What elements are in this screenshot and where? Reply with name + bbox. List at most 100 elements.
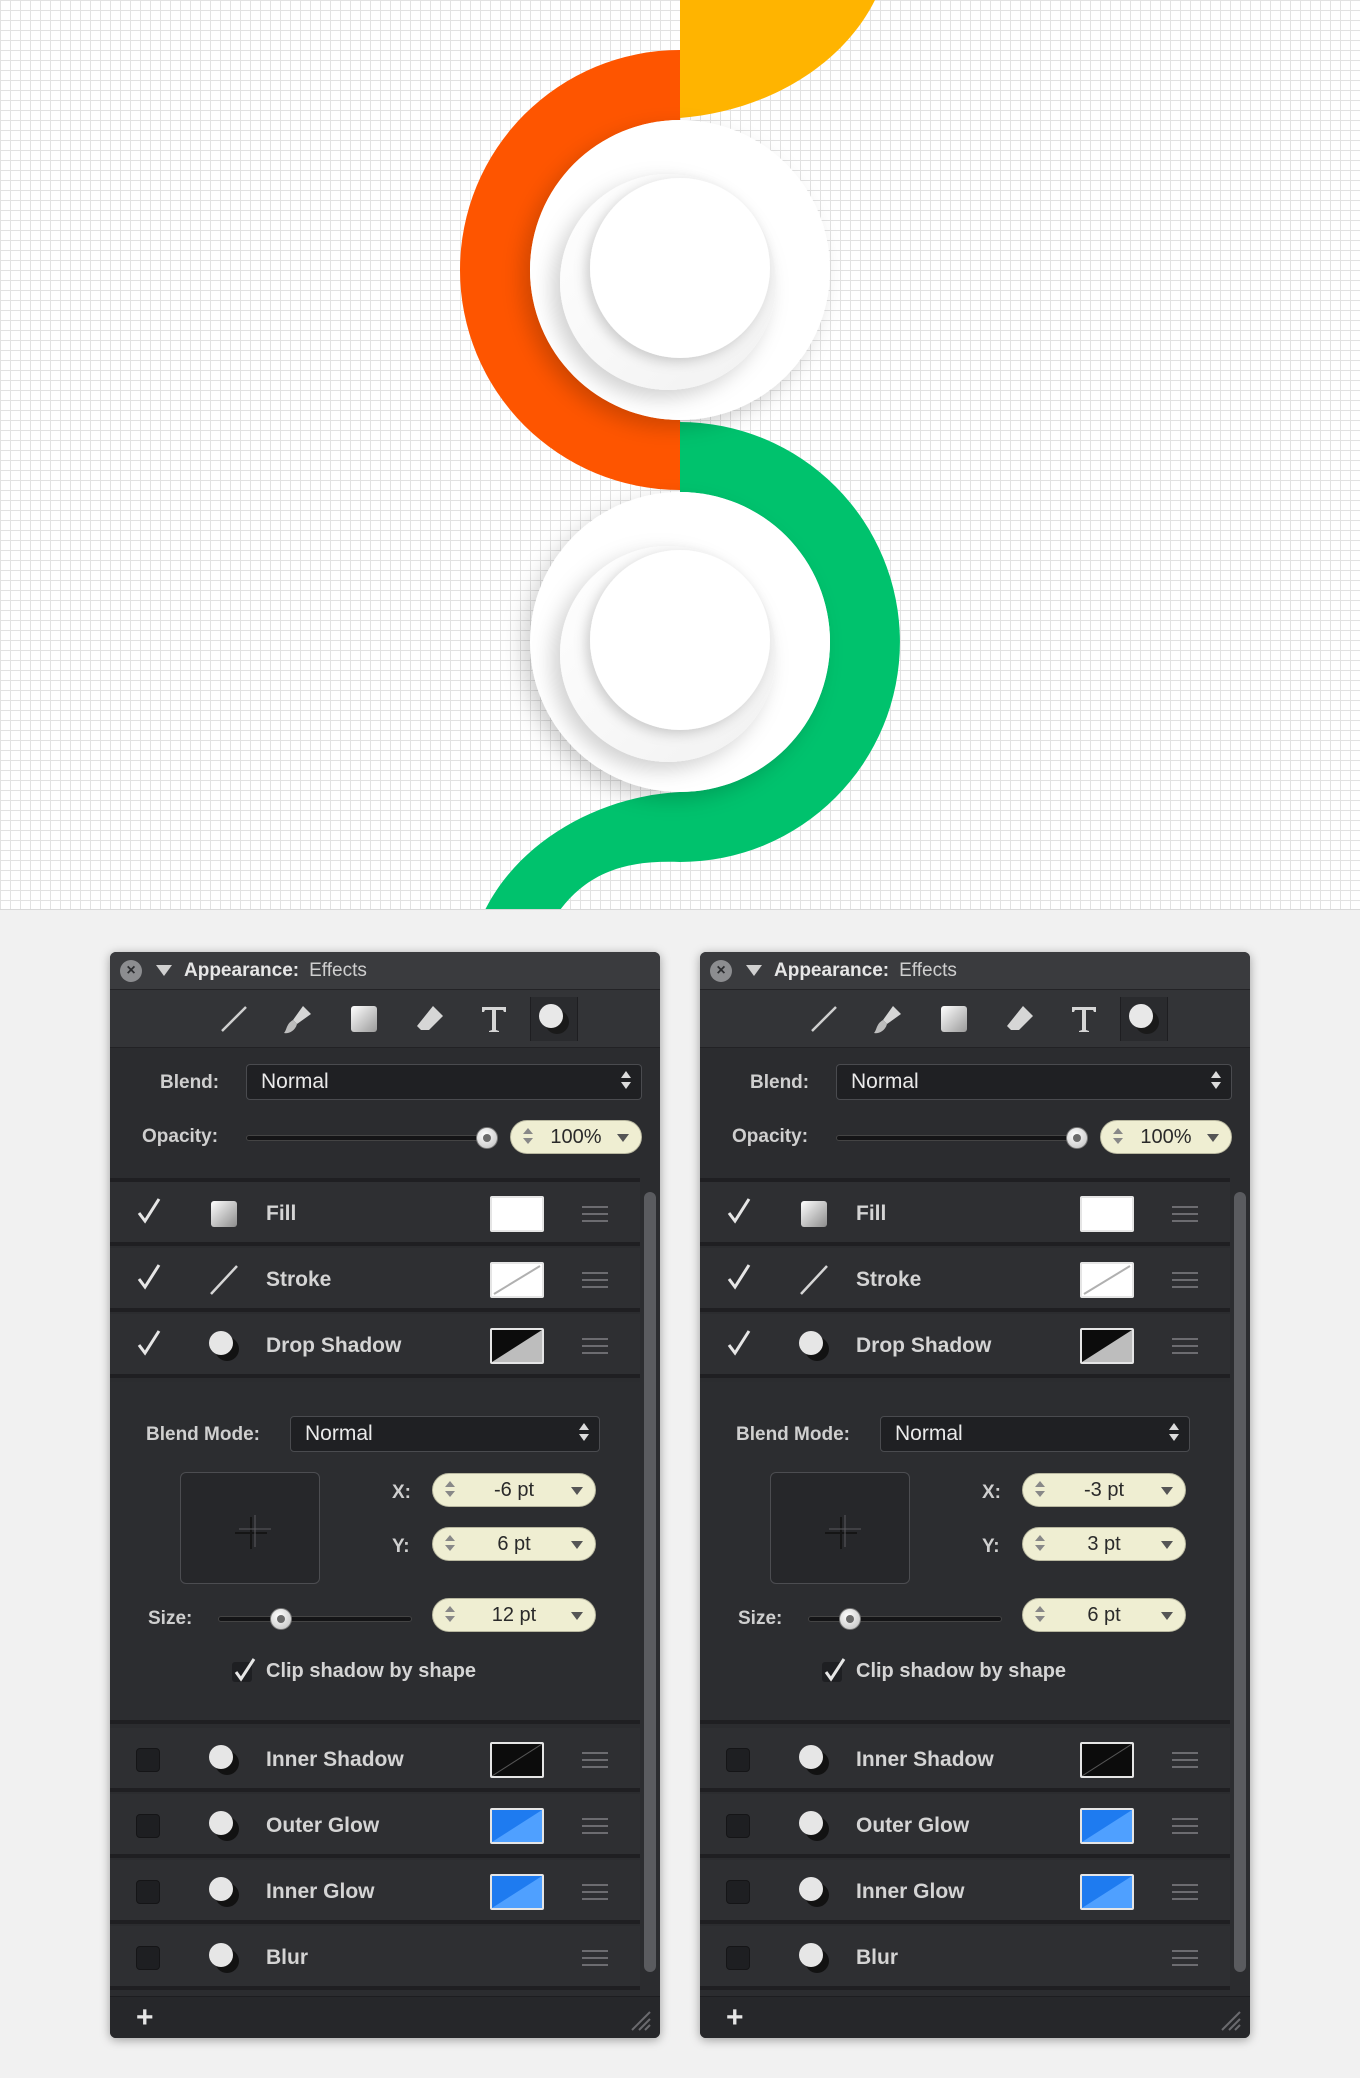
chevron-down-icon[interactable] xyxy=(571,1612,583,1620)
eraser-icon[interactable] xyxy=(996,997,1044,1041)
chevron-down-icon[interactable] xyxy=(617,1134,629,1142)
scrollbar-thumb[interactable] xyxy=(1234,1192,1246,1972)
color-swatch[interactable] xyxy=(1080,1808,1134,1844)
scrollbar-thumb[interactable] xyxy=(644,1192,656,1972)
color-swatch[interactable] xyxy=(490,1262,544,1298)
chevron-down-icon[interactable] xyxy=(1161,1541,1173,1549)
add-effect-button[interactable]: + xyxy=(136,2001,154,2035)
effect-row-inner-shadow[interactable]: Inner Shadow xyxy=(110,1728,640,1792)
line-tool-icon[interactable] xyxy=(800,997,848,1041)
rect-fill-icon[interactable] xyxy=(340,997,388,1041)
opacity-stepper[interactable]: 100% xyxy=(1100,1120,1232,1154)
effect-row-inner-glow[interactable]: Inner Glow xyxy=(110,1860,640,1924)
color-swatch[interactable] xyxy=(490,1808,544,1844)
opacity-slider-knob[interactable] xyxy=(476,1127,498,1149)
size-slider-track[interactable] xyxy=(808,1616,1002,1622)
stepper-arrows-icon[interactable] xyxy=(445,1606,455,1622)
close-icon[interactable]: × xyxy=(120,959,142,982)
chevron-down-icon[interactable] xyxy=(1161,1487,1173,1495)
drag-handle-icon[interactable] xyxy=(1172,1206,1198,1227)
color-swatch[interactable] xyxy=(490,1328,544,1364)
shadow-blend-select[interactable]: Normal xyxy=(880,1416,1190,1452)
drag-handle-icon[interactable] xyxy=(582,1950,608,1971)
drag-handle-icon[interactable] xyxy=(582,1884,608,1905)
effect-checkbox[interactable] xyxy=(136,1748,160,1772)
effect-row-outer-glow[interactable]: Outer Glow xyxy=(700,1794,1230,1858)
resize-grip-icon[interactable] xyxy=(628,2008,652,2032)
drag-handle-icon[interactable] xyxy=(1172,1884,1198,1905)
disclosure-triangle-icon[interactable] xyxy=(156,965,172,976)
rect-fill-icon[interactable] xyxy=(930,997,978,1041)
chevron-down-icon[interactable] xyxy=(1161,1612,1173,1620)
opacity-slider-track[interactable] xyxy=(246,1135,486,1141)
effect-row-fill[interactable]: Fill xyxy=(700,1182,1230,1246)
effect-row-drop-shadow[interactable]: Drop Shadow xyxy=(700,1314,1230,1378)
panel-titlebar[interactable]: × Appearance: Effects xyxy=(700,952,1250,990)
stepper-arrows-icon[interactable] xyxy=(445,1481,455,1497)
stepper-arrows-icon[interactable] xyxy=(523,1128,533,1144)
effect-checkbox[interactable] xyxy=(726,1264,751,1292)
effect-row-inner-glow[interactable]: Inner Glow xyxy=(700,1860,1230,1924)
line-tool-icon[interactable] xyxy=(210,997,258,1041)
effect-row-stroke[interactable]: Stroke xyxy=(700,1248,1230,1312)
blend-select[interactable]: Normal xyxy=(246,1064,642,1100)
blend-select[interactable]: Normal xyxy=(836,1064,1232,1100)
effects-icon[interactable] xyxy=(1120,997,1168,1041)
clip-checkbox[interactable] xyxy=(820,1656,850,1686)
text-tool-icon[interactable] xyxy=(1060,997,1108,1041)
opacity-slider-track[interactable] xyxy=(836,1135,1076,1141)
effect-checkbox[interactable] xyxy=(726,1880,750,1904)
color-swatch[interactable] xyxy=(1080,1328,1134,1364)
y-offset-stepper[interactable]: 6 pt xyxy=(432,1527,596,1561)
size-stepper[interactable]: 12 pt xyxy=(432,1598,596,1632)
effect-checkbox[interactable] xyxy=(136,1880,160,1904)
drag-handle-icon[interactable] xyxy=(582,1272,608,1293)
chevron-down-icon[interactable] xyxy=(571,1541,583,1549)
shadow-offset-pad[interactable] xyxy=(770,1472,910,1584)
stepper-arrows-icon[interactable] xyxy=(1113,1128,1123,1144)
effect-checkbox[interactable] xyxy=(726,1198,751,1226)
y-offset-stepper[interactable]: 3 pt xyxy=(1022,1527,1186,1561)
clip-shadow-row[interactable]: Clip shadow by shape xyxy=(820,1656,1066,1686)
stepper-arrows-icon[interactable] xyxy=(1035,1606,1045,1622)
effect-checkbox[interactable] xyxy=(726,1946,750,1970)
opacity-stepper[interactable]: 100% xyxy=(510,1120,642,1154)
drag-handle-icon[interactable] xyxy=(582,1818,608,1839)
add-effect-button[interactable]: + xyxy=(726,2001,744,2035)
opacity-slider-knob[interactable] xyxy=(1066,1127,1088,1149)
drag-handle-icon[interactable] xyxy=(1172,1272,1198,1293)
panel-titlebar[interactable]: × Appearance: Effects xyxy=(110,952,660,990)
effect-checkbox[interactable] xyxy=(136,1264,161,1292)
color-swatch[interactable] xyxy=(490,1874,544,1910)
effect-row-fill[interactable]: Fill xyxy=(110,1182,640,1246)
size-slider-track[interactable] xyxy=(218,1616,412,1622)
chevron-down-icon[interactable] xyxy=(1207,1134,1219,1142)
x-offset-stepper[interactable]: -6 pt xyxy=(432,1473,596,1507)
effects-icon[interactable] xyxy=(530,997,578,1041)
effect-checkbox[interactable] xyxy=(726,1748,750,1772)
brush-tool-icon[interactable] xyxy=(274,997,322,1041)
resize-grip-icon[interactable] xyxy=(1218,2008,1242,2032)
effect-checkbox[interactable] xyxy=(726,1330,751,1358)
effect-checkbox[interactable] xyxy=(726,1814,750,1838)
effect-row-blur[interactable]: Blur xyxy=(700,1926,1230,1990)
drag-handle-icon[interactable] xyxy=(582,1752,608,1773)
clip-shadow-row[interactable]: Clip shadow by shape xyxy=(230,1656,476,1686)
size-slider-knob[interactable] xyxy=(839,1608,862,1630)
drag-handle-icon[interactable] xyxy=(582,1338,608,1359)
brush-tool-icon[interactable] xyxy=(864,997,912,1041)
effect-checkbox[interactable] xyxy=(136,1946,160,1970)
color-swatch[interactable] xyxy=(1080,1742,1134,1778)
panel-scrollbar[interactable] xyxy=(640,1182,660,1982)
stepper-arrows-icon[interactable] xyxy=(445,1535,455,1551)
text-tool-icon[interactable] xyxy=(470,997,518,1041)
effect-row-outer-glow[interactable]: Outer Glow xyxy=(110,1794,640,1858)
shadow-offset-pad[interactable] xyxy=(180,1472,320,1584)
disclosure-triangle-icon[interactable] xyxy=(746,965,762,976)
color-swatch[interactable] xyxy=(1080,1262,1134,1298)
eraser-icon[interactable] xyxy=(406,997,454,1041)
color-swatch[interactable] xyxy=(1080,1196,1134,1232)
effect-checkbox[interactable] xyxy=(136,1198,161,1226)
effect-checkbox[interactable] xyxy=(136,1330,161,1358)
drag-handle-icon[interactable] xyxy=(1172,1752,1198,1773)
